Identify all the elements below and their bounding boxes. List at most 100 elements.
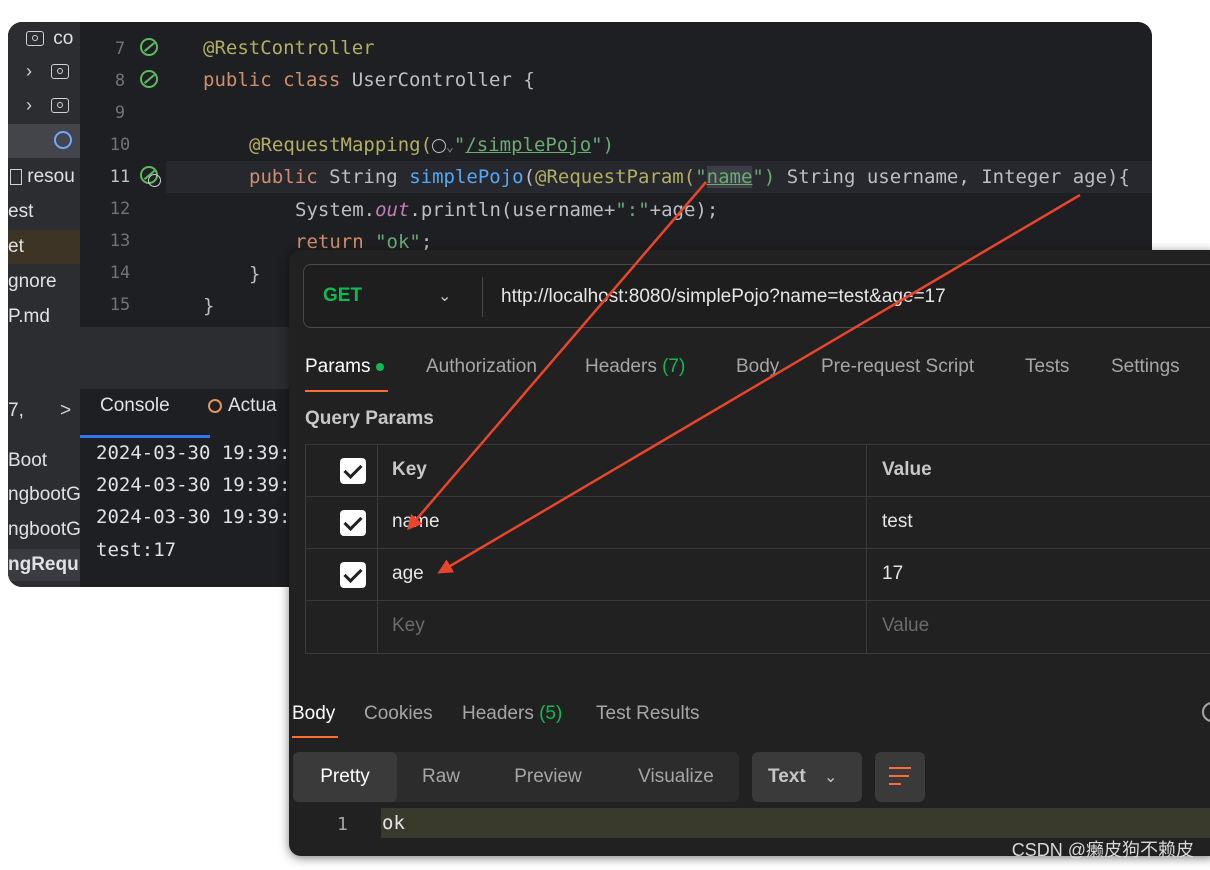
line-number: 15 xyxy=(109,295,131,315)
response-tab-body[interactable]: Body xyxy=(292,703,335,725)
column-header-value: Value xyxy=(882,459,932,480)
table-row: age 17 xyxy=(306,549,1210,601)
tab-actuator[interactable]: Actua xyxy=(208,395,277,417)
params-active-dot xyxy=(376,362,385,371)
globe-dropdown-icon[interactable] xyxy=(432,138,447,153)
tree-item[interactable]: › xyxy=(8,56,80,86)
chevron-down-icon[interactable]: ⌄ xyxy=(438,286,451,306)
view-preview-button[interactable]: Preview xyxy=(493,752,603,802)
param-checkbox[interactable] xyxy=(340,510,366,536)
run-tree-item[interactable]: ngbootG xyxy=(8,479,80,511)
chevron-right-icon[interactable]: > xyxy=(60,395,71,427)
body-tab-indicator xyxy=(292,736,338,738)
select-all-checkbox[interactable] xyxy=(340,458,366,484)
line-number: 13 xyxy=(109,231,131,251)
tree-item[interactable]: co xyxy=(8,24,80,54)
watermark: CSDN @癞皮狗不赖皮 xyxy=(1011,840,1194,860)
line-number: 14 xyxy=(109,263,131,283)
new-param-value-input[interactable]: Value xyxy=(882,615,929,637)
view-mode-switch: Pretty Raw Preview Visualize xyxy=(293,752,739,802)
response-tab-test-results[interactable]: Test Results xyxy=(596,703,699,725)
wrap-icon xyxy=(889,767,911,769)
console-line: 2024-03-30 19:39: xyxy=(96,506,291,528)
wrap-lines-button[interactable] xyxy=(875,752,925,802)
tab-console[interactable]: Console xyxy=(100,395,170,417)
line-number: 8 xyxy=(114,71,126,91)
tab-prerequest-script[interactable]: Pre-request Script xyxy=(821,356,974,378)
column-header-key: Key xyxy=(392,459,427,480)
run-tree-item-selected[interactable]: ngRequ xyxy=(8,549,80,581)
spring-bean-icon[interactable] xyxy=(140,38,158,56)
console-tab-indicator xyxy=(80,435,210,438)
tab-body[interactable]: Body xyxy=(736,356,779,378)
new-param-key-input[interactable]: Key xyxy=(392,615,425,637)
console-line: 2024-03-30 19:39: xyxy=(96,442,291,464)
tab-authorization[interactable]: Authorization xyxy=(426,356,537,378)
view-raw-button[interactable]: Raw xyxy=(397,752,485,802)
tree-item-selected-class[interactable] xyxy=(8,124,80,158)
line-number: 12 xyxy=(109,199,131,219)
request-url-bar: GET ⌄ http://localhost:8080/simplePojo?n… xyxy=(303,264,1210,328)
response-body-text: ok xyxy=(382,812,405,834)
folder-icon xyxy=(26,31,44,47)
postman-window: GET ⌄ http://localhost:8080/simplePojo?n… xyxy=(289,250,1210,856)
spring-class-icon xyxy=(54,131,72,149)
code-line: @RestController xyxy=(203,37,375,59)
tree-item[interactable]: et xyxy=(8,230,80,264)
console-line: 2024-03-30 19:39: xyxy=(96,474,291,496)
folder-icon xyxy=(51,98,70,114)
param-value-input[interactable]: 17 xyxy=(882,563,903,585)
folder-icon xyxy=(51,64,70,80)
format-select[interactable]: Text ⌄ xyxy=(752,752,862,802)
run-tree: 7, > Boot ngbootG ngbootG ngRequ xyxy=(8,389,80,587)
view-pretty-button[interactable]: Pretty xyxy=(293,752,397,802)
url-divider xyxy=(482,277,483,317)
param-key-input[interactable]: name xyxy=(392,511,440,533)
response-tab-headers[interactable]: Headers (5) xyxy=(462,703,562,725)
chevron-right-icon: › xyxy=(26,95,32,115)
tree-item[interactable]: gnore xyxy=(8,267,80,297)
line-number: 10 xyxy=(109,135,131,155)
editor-gutter: 7 8 9 10 11 12 13 14 15 xyxy=(80,22,166,327)
line-number-current: 11 xyxy=(109,167,131,187)
tree-item[interactable]: est xyxy=(8,197,80,227)
url-input[interactable]: http://localhost:8080/simplePojo?name=te… xyxy=(501,286,946,308)
globe-icon xyxy=(148,174,161,187)
run-tree-item[interactable]: ngbootG xyxy=(8,514,80,546)
param-checkbox[interactable] xyxy=(340,562,366,588)
actuator-icon xyxy=(208,398,222,413)
method-select[interactable]: GET xyxy=(323,285,362,307)
tree-item[interactable]: › xyxy=(8,90,80,120)
params-tab-indicator xyxy=(305,390,388,392)
tree-item-resources[interactable]: resou xyxy=(8,162,80,192)
console-line: test:17 xyxy=(96,539,177,561)
table-header-row: Key Value xyxy=(306,445,1210,497)
tab-params[interactable]: Params xyxy=(305,356,385,378)
resources-icon xyxy=(10,168,22,185)
param-key-input[interactable]: age xyxy=(392,563,424,585)
code-line: public class UserController { xyxy=(203,69,535,91)
project-tree: co › › resou est et gnore P.md xyxy=(8,22,80,327)
spring-bean-icon[interactable] xyxy=(140,70,158,88)
tab-tests[interactable]: Tests xyxy=(1025,356,1069,378)
response-tab-cookies[interactable]: Cookies xyxy=(364,703,433,725)
globe-icon[interactable] xyxy=(1202,702,1210,722)
table-row: name test xyxy=(306,497,1210,549)
chevron-right-icon: › xyxy=(26,61,32,81)
table-row-empty: Key Value xyxy=(306,601,1210,653)
param-value-input[interactable]: test xyxy=(882,511,913,533)
code-line-current: public String simplePojo(@RequestParam("… xyxy=(166,161,1152,193)
query-params-heading: Query Params xyxy=(305,408,434,429)
response-line-highlight xyxy=(381,808,1210,838)
run-tree-item[interactable]: Boot xyxy=(8,445,80,477)
tab-settings[interactable]: Settings xyxy=(1111,356,1180,378)
code-line: System.out.println(username+":"+age); xyxy=(295,199,719,221)
chevron-down-icon: ⌄ xyxy=(824,769,838,786)
run-tree-header: 7, > xyxy=(8,395,80,427)
view-visualize-button[interactable]: Visualize xyxy=(613,752,739,802)
response-line-number: 1 xyxy=(337,814,348,835)
query-params-table: Key Value name test age 17 Key Value xyxy=(305,444,1210,654)
tab-headers[interactable]: Headers (7) xyxy=(585,356,685,378)
line-number: 9 xyxy=(114,103,126,123)
line-number: 7 xyxy=(114,39,126,59)
